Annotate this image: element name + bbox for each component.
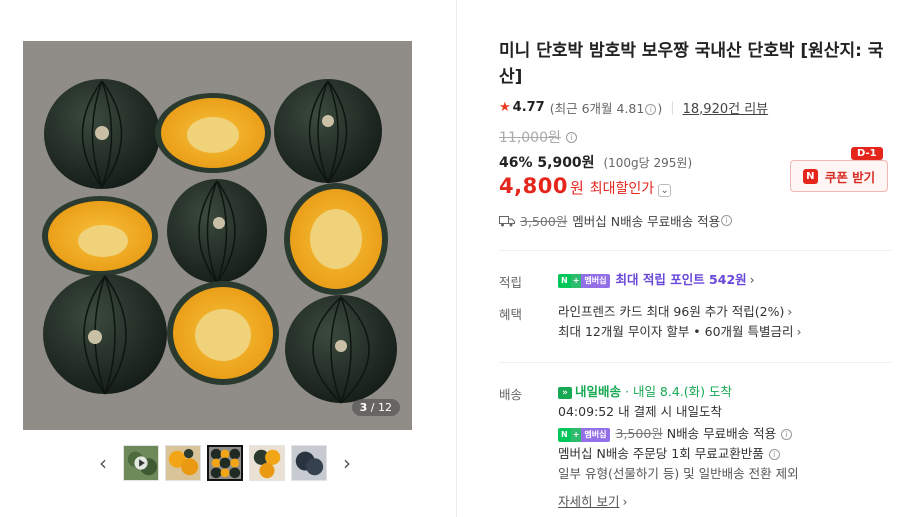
original-price: 11,000원 bbox=[499, 130, 561, 146]
discount-rate: 46% bbox=[499, 155, 533, 171]
whole-pumpkin-top-left bbox=[44, 79, 160, 189]
separator: | bbox=[670, 100, 675, 115]
member-shipping-text: N배송 무료배송 적용 bbox=[666, 426, 777, 441]
info-icon[interactable]: i bbox=[645, 104, 657, 115]
chevron-right-icon: › bbox=[796, 324, 802, 339]
whole-pumpkin-top-right bbox=[274, 79, 382, 184]
countdown-row: 04:09:52 내 결제 시 내일도착 bbox=[558, 402, 722, 422]
installment-text: 최대 12개월 무이자 할부 • 60개월 특별금리 bbox=[558, 324, 794, 339]
member-original-fee: 3,500원 bbox=[615, 426, 663, 441]
member-shipping-info-icon[interactable]: i bbox=[781, 429, 793, 440]
shipping-original-fee: 3,500원 bbox=[520, 214, 568, 229]
main-product-image[interactable]: 3 / 12 bbox=[23, 41, 412, 430]
unit-price: (100g당 295원) bbox=[603, 156, 693, 170]
exchange-row: 멤버십 N배송 주문당 1회 무료교환반품 i bbox=[558, 444, 781, 464]
rating-score: 4.77 bbox=[512, 100, 545, 115]
half-pumpkin-bottom-center bbox=[167, 281, 279, 385]
member-shipping-row: N + 멤버십 3,500원 N배송 무료배송 적용 i bbox=[558, 424, 793, 444]
thumbnail-prev-icon[interactable]: ‹ bbox=[95, 445, 111, 481]
rating-row: ★ 4.77 (최근 6개월 4.81 i) | 18,920건 리뷰 bbox=[499, 98, 768, 117]
product-title: 미니 단호박 밤호박 보우짱 국내산 단호박 [원산지: 국산] bbox=[499, 41, 884, 87]
divider bbox=[499, 250, 891, 251]
delivery-label: 배송 bbox=[499, 387, 523, 402]
half-pumpkin-mid-right bbox=[284, 183, 388, 295]
star-icon: ★ bbox=[499, 100, 511, 115]
truck-icon bbox=[499, 215, 515, 226]
exchange-text: 멤버십 N배송 주문당 1회 무료교환반품 bbox=[558, 446, 764, 461]
recent-rating: (최근 6개월 4.81 i) bbox=[550, 98, 663, 117]
divider bbox=[499, 362, 891, 363]
installment-benefit[interactable]: 최대 12개월 무이자 할부 • 60개월 특별금리 › bbox=[558, 322, 802, 342]
naver-n-icon: N bbox=[802, 168, 818, 184]
max-discount-row[interactable]: 4,800 원 최대할인가 ⌄ bbox=[499, 174, 672, 198]
image-counter: 3 / 12 bbox=[351, 399, 400, 416]
max-discount-label: 최대할인가 bbox=[589, 181, 655, 197]
coupon-label: 쿠폰 받기 bbox=[824, 169, 876, 185]
delivery-detail-row[interactable]: 자세히 보기 › bbox=[558, 492, 627, 512]
image-counter-current: 3 bbox=[359, 401, 368, 414]
countdown-text: 내 결제 시 내일도착 bbox=[618, 404, 723, 419]
shipping-info-icon[interactable]: i bbox=[721, 215, 733, 226]
shipping-row: 3,500원 멤버십 N배송 무료배송 적용 i bbox=[499, 211, 733, 230]
price-info-icon[interactable]: i bbox=[565, 131, 577, 143]
membership-badge: N + 멤버십 bbox=[558, 427, 610, 442]
coupon-dday-badge: D-1 bbox=[851, 147, 883, 160]
fast-delivery-icon: » bbox=[558, 386, 572, 399]
chevron-right-icon: › bbox=[749, 272, 755, 287]
recent-rating-close: ) bbox=[657, 101, 663, 116]
sale-price: 5,900원 bbox=[537, 155, 595, 171]
thumbnail-2[interactable] bbox=[165, 445, 201, 481]
half-pumpkin-top-center bbox=[155, 93, 271, 173]
card-benefit-text: 라인프렌즈 카드 최대 96원 추가 적립(2%) bbox=[558, 304, 785, 319]
whole-pumpkin-bottom-right bbox=[285, 295, 397, 404]
original-price-row: 11,000원 i bbox=[499, 127, 578, 147]
delivery-detail-link[interactable]: 자세히 보기 bbox=[558, 494, 619, 509]
max-discount-price: 4,800 bbox=[499, 174, 568, 198]
chevron-right-icon: › bbox=[622, 494, 628, 509]
max-discount-currency: 원 bbox=[569, 179, 584, 197]
tomorrow-delivery-badge: » 내일배송 bbox=[558, 384, 621, 399]
max-points-link[interactable]: 최대 적립 포인트 542원 bbox=[616, 272, 747, 287]
half-pumpkin-mid-left bbox=[42, 196, 158, 276]
image-counter-total: / 12 bbox=[370, 401, 392, 414]
exclusion-row: 일부 유형(선물하기 등) 및 일반배송 전환 제외 bbox=[558, 466, 799, 481]
whole-pumpkin-bottom-left bbox=[43, 274, 167, 395]
thumbnail-4[interactable] bbox=[249, 445, 285, 481]
membership-badge: N + 멤버십 bbox=[558, 273, 610, 288]
whole-pumpkin-center bbox=[167, 179, 267, 284]
delivery-eta: · 내일 8.4.(화) 도착 bbox=[625, 384, 733, 399]
pumpkin-photo bbox=[23, 41, 412, 430]
thumbnail-next-icon[interactable]: › bbox=[339, 445, 355, 481]
points-content[interactable]: N + 멤버십 최대 적립 포인트 542원 › bbox=[558, 270, 755, 290]
column-divider bbox=[456, 0, 457, 517]
thumbnail-3[interactable] bbox=[207, 445, 243, 481]
thumbnail-5[interactable] bbox=[291, 445, 327, 481]
sale-price-row: 46% 5,900원 (100g당 295원) bbox=[499, 152, 692, 172]
chevron-right-icon: › bbox=[787, 304, 793, 319]
product-gallery: 3 / 12 ‹ › bbox=[0, 0, 456, 517]
shipping-text: 멤버십 N배송 무료배송 적용 bbox=[572, 214, 721, 229]
delivery-eta-row: » 내일배송 · 내일 8.4.(화) 도착 bbox=[558, 382, 732, 402]
thumbnail-strip: ‹ › bbox=[95, 444, 355, 482]
thumbnail-video[interactable] bbox=[123, 445, 159, 481]
countdown-timer: 04:09:52 bbox=[558, 404, 615, 419]
exchange-info-icon[interactable]: i bbox=[768, 449, 780, 460]
benefit-label: 혜택 bbox=[499, 307, 523, 322]
points-label: 적립 bbox=[499, 275, 523, 290]
recent-rating-text: (최근 6개월 4.81 bbox=[549, 101, 645, 116]
chevron-down-icon[interactable]: ⌄ bbox=[658, 184, 672, 197]
card-benefit[interactable]: 라인프렌즈 카드 최대 96원 추가 적립(2%) › bbox=[558, 302, 792, 322]
review-count-link[interactable]: 18,920건 리뷰 bbox=[683, 98, 769, 117]
coupon-button[interactable]: N 쿠폰 받기 bbox=[790, 160, 888, 192]
